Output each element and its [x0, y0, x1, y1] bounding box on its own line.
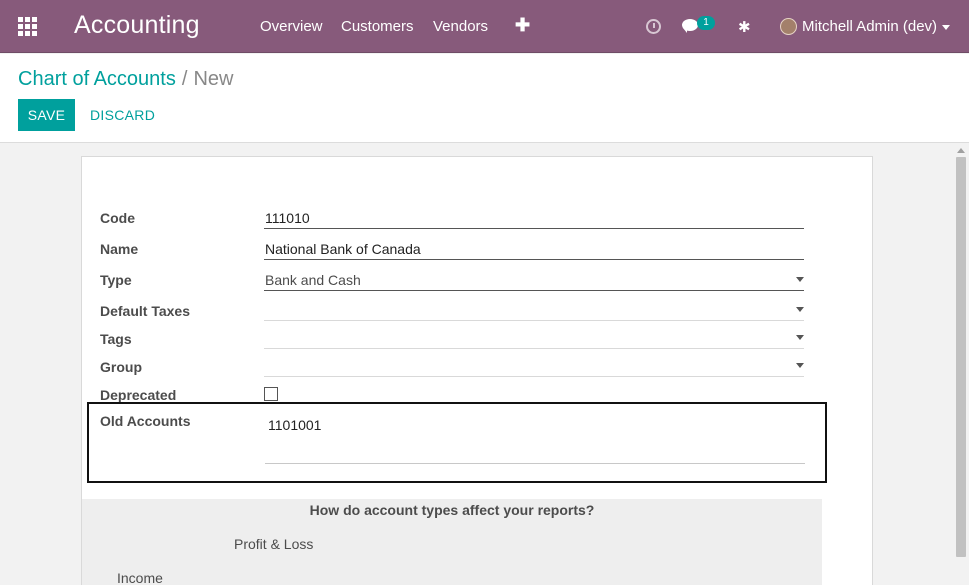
breadcrumb-parent[interactable]: Chart of Accounts	[18, 68, 176, 90]
code-field[interactable]: 111010	[264, 207, 804, 229]
chevron-down-icon[interactable]	[796, 277, 804, 282]
avatar[interactable]	[780, 18, 797, 35]
name-field[interactable]: National Bank of Canada	[264, 238, 804, 260]
app-title: Accounting	[74, 11, 200, 39]
user-menu[interactable]: Mitchell Admin (dev)	[802, 18, 937, 35]
bug-icon[interactable]: ✱	[738, 18, 751, 36]
scroll-up-icon[interactable]	[957, 148, 965, 153]
menu-vendors[interactable]: Vendors	[433, 18, 488, 35]
tags-label: Tags	[100, 331, 132, 347]
chevron-down-icon[interactable]	[796, 335, 804, 340]
form-sheet: Code 111010 Name National Bank of Canada…	[81, 156, 873, 585]
old-accounts-field[interactable]: 1101001	[265, 414, 805, 464]
save-button[interactable]: SAVE	[18, 99, 75, 131]
default-taxes-field[interactable]	[264, 299, 804, 321]
scroll-thumb[interactable]	[956, 157, 966, 557]
breadcrumb: Chart of Accounts / New	[18, 68, 233, 91]
chevron-down-icon[interactable]	[796, 307, 804, 312]
type-label: Type	[100, 272, 132, 288]
help-profit-loss: Profit & Loss	[234, 536, 314, 552]
group-label: Group	[100, 359, 142, 375]
deprecated-checkbox[interactable]	[264, 387, 278, 401]
chat-badge: 1	[697, 16, 715, 30]
menu-overview[interactable]: Overview	[260, 18, 323, 35]
help-title: How do account types affect your reports…	[309, 502, 595, 518]
apps-menu-icon[interactable]	[18, 17, 37, 36]
help-income: Income	[117, 570, 163, 585]
name-label: Name	[100, 241, 139, 257]
discard-button[interactable]: DISCARD	[90, 99, 155, 131]
old-accounts-highlight: Old Accounts 1101001	[87, 402, 827, 483]
chevron-down-icon[interactable]	[796, 363, 804, 368]
scrollbar[interactable]	[953, 143, 969, 585]
old-accounts-label: Old Accounts	[100, 413, 191, 429]
chevron-down-icon[interactable]	[942, 25, 950, 30]
clock-icon[interactable]	[646, 19, 661, 34]
account-types-help: How do account types affect your reports…	[82, 499, 822, 585]
top-navbar: Accounting Overview Customers Vendors ✚ …	[0, 0, 969, 53]
type-select[interactable]: Bank and Cash	[264, 269, 804, 291]
menu-customers[interactable]: Customers	[341, 18, 414, 35]
chat-icon[interactable]	[682, 19, 698, 33]
tags-field[interactable]	[264, 327, 804, 349]
control-panel: Chart of Accounts / New SAVE DISCARD	[0, 54, 969, 143]
code-label: Code	[100, 210, 135, 226]
breadcrumb-separator: /	[181, 68, 188, 90]
breadcrumb-current: New	[193, 68, 234, 90]
default-taxes-label: Default Taxes	[100, 303, 190, 319]
type-select-value: Bank and Cash	[265, 272, 361, 288]
plus-icon[interactable]: ✚	[515, 15, 530, 36]
group-field[interactable]	[264, 355, 804, 377]
deprecated-label: Deprecated	[100, 387, 177, 403]
